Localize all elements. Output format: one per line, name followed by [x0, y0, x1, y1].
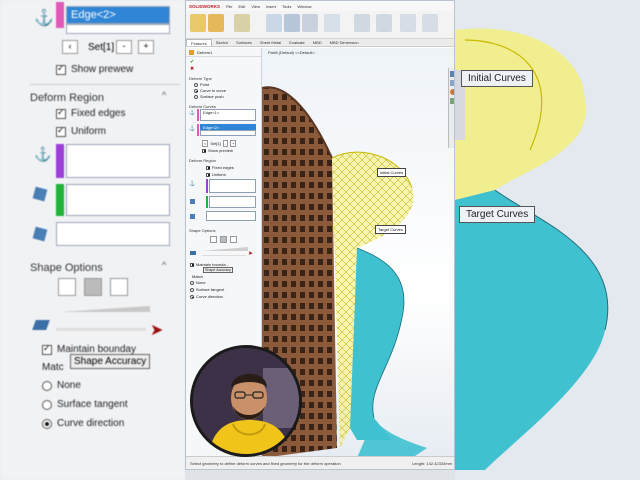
tab-mbd[interactable]: MBD	[309, 39, 326, 46]
tab-mbd-dimension[interactable]: MBD Dimension	[326, 39, 363, 46]
bg-accuracy-slider	[60, 306, 150, 312]
bodies-to-deform-icon	[190, 214, 195, 219]
wrap-button[interactable]	[422, 14, 438, 32]
bg-cursor-icon: ➤	[150, 322, 164, 339]
checkbox-show-preview[interactable]: Show preview	[202, 148, 233, 153]
background-left-zoom: ⚓ Edge<2> Set[1] ‹ - + Show prewew Defor…	[0, 0, 185, 480]
title-bar: SOLIDWORKS File Edit View Insert Tools W…	[186, 1, 454, 11]
initial-curves-callout: Initial Curves	[377, 168, 407, 177]
additional-faces-field[interactable]	[209, 196, 256, 208]
bg-deform-region: Deform Region	[30, 92, 104, 104]
initial-curves-field[interactable]: Edge<1>	[200, 109, 256, 121]
bg-initial-curves-callout: Initial Curves	[461, 70, 533, 87]
status-bar: Select geometry to define deform curves …	[186, 456, 454, 469]
set-controls: < Set[1] - +	[202, 140, 237, 147]
hole-wizard-button[interactable]	[284, 14, 300, 32]
view-orientation-icon[interactable]	[450, 71, 454, 77]
tab-sheet-metal[interactable]: Sheet Metal	[256, 39, 285, 46]
anchor-icon: ⚓	[34, 10, 54, 27]
scene-icon[interactable]	[450, 98, 454, 104]
property-manager-title: Deform1	[197, 49, 213, 55]
section-deform-region[interactable]: Deform Region	[189, 158, 216, 163]
shape-accuracy-slider[interactable]	[202, 247, 248, 251]
bg-pink-swatch	[56, 2, 64, 28]
bg-edge-field: Edge<2>	[66, 6, 170, 24]
cancel-icon[interactable]: ✖	[190, 66, 194, 72]
initial-curves-icon: ⚓	[189, 110, 196, 116]
menu-window[interactable]: Window	[297, 4, 311, 9]
set-prev-button[interactable]: <	[202, 140, 209, 147]
status-hint: Select geometry to define deform curves …	[190, 460, 341, 466]
stiffness-min-button[interactable]	[210, 236, 217, 243]
fixed-curves-icon: ⚓	[189, 181, 196, 187]
bg-cube-icon	[32, 186, 48, 202]
menu-file[interactable]: File	[226, 4, 232, 9]
set-add-button[interactable]: +	[230, 140, 237, 147]
menu-view[interactable]: View	[251, 4, 260, 9]
match-label: Match	[192, 274, 203, 279]
checkbox-uniform[interactable]: Uniform	[206, 172, 226, 177]
radio-curve-to-curve[interactable]: Curve to curve	[194, 88, 226, 93]
ok-icon[interactable]: ✔	[190, 59, 194, 65]
solidworks-logo: SOLIDWORKS	[189, 3, 220, 9]
bg-target-curves-callout: Target Curves	[459, 206, 536, 223]
menu-insert[interactable]: Insert	[266, 4, 276, 9]
section-shape-options[interactable]: Shape Options	[189, 228, 215, 233]
shape-accuracy-tooltip: Shape Accuracy	[203, 267, 233, 273]
deform-icon	[189, 49, 194, 55]
set-remove-button[interactable]: -	[222, 140, 229, 147]
mouse-cursor-icon: ➤	[248, 251, 254, 257]
stiffness-max-button[interactable]	[230, 236, 237, 243]
fillet-button[interactable]	[354, 14, 370, 32]
additional-faces-icon	[190, 199, 195, 204]
rib-button[interactable]	[400, 14, 416, 32]
bg-set-label: Set[1]	[88, 42, 115, 53]
set-label: Set[1]	[210, 141, 221, 146]
pattern-button[interactable]	[376, 14, 392, 32]
radio-surface-push[interactable]: Surface push	[194, 94, 224, 99]
tab-sketch[interactable]: Sketch	[212, 39, 232, 46]
radio-match-none[interactable]: None	[190, 280, 206, 285]
radio-match-curve-direction[interactable]: Curve direction	[190, 294, 223, 299]
revolved-boss-button[interactable]	[208, 14, 224, 32]
tab-evaluate[interactable]: Evaluate	[285, 39, 309, 46]
command-tabs: Features Sketch Surfaces Sheet Metal Eva…	[186, 39, 454, 47]
radio-match-surface-tangent[interactable]: Surface tangent	[190, 287, 224, 292]
section-deform-type[interactable]: Deform Type	[189, 76, 212, 81]
bg-accuracy-icon	[32, 320, 50, 330]
bg-anchor-icon: ⚓	[34, 146, 52, 162]
property-manager-header: Deform1	[186, 48, 261, 57]
extruded-boss-button[interactable]	[190, 14, 206, 32]
view-toolbar	[448, 68, 454, 148]
radio-point[interactable]: Point	[194, 82, 209, 87]
bg-cube-icon-2	[32, 226, 48, 242]
revolved-cut-button[interactable]	[302, 14, 318, 32]
tab-features[interactable]: Features	[186, 39, 212, 46]
target-surface[interactable]	[350, 248, 404, 440]
checkbox-fixed-edges[interactable]: Fixed edges	[206, 165, 234, 170]
presenter-webcam-avatar	[190, 345, 302, 457]
menu-edit[interactable]: Edit	[238, 4, 245, 9]
command-ribbon	[186, 11, 454, 39]
menu-tools[interactable]: Tools	[282, 4, 291, 9]
appearance-icon[interactable]	[450, 89, 454, 95]
display-style-icon[interactable]	[450, 80, 454, 86]
fixed-curves-field[interactable]	[209, 179, 256, 193]
target-curves-callout: Target Curves	[375, 225, 406, 234]
status-length: Length: 142.42333mm	[411, 460, 452, 466]
slider-track	[202, 255, 246, 256]
bg-shape-options: Shape Options	[30, 262, 103, 274]
swept-boss-button[interactable]	[234, 14, 250, 32]
stiffness-medium-button[interactable]	[220, 236, 227, 243]
swept-cut-button[interactable]	[324, 14, 340, 32]
tab-surfaces[interactable]: Surfaces	[232, 39, 256, 46]
bodies-to-deform-field[interactable]	[206, 211, 256, 221]
background-right-zoom: Initial Curves Target Curves	[455, 0, 640, 480]
target-curves-icon: ⚓	[189, 126, 196, 132]
shape-accuracy-icon	[190, 251, 196, 255]
extruded-cut-button[interactable]	[266, 14, 282, 32]
